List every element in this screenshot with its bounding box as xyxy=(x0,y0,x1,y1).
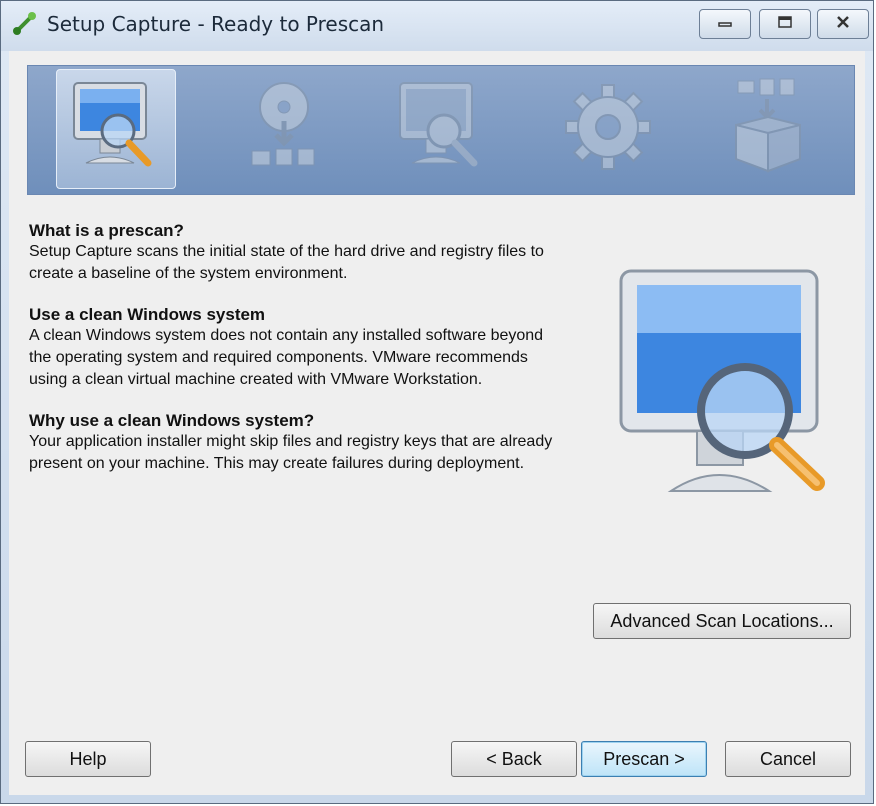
window-title: Setup Capture - Ready to Prescan xyxy=(47,12,385,36)
section-body-why-clean-system: Your application installer might skip fi… xyxy=(29,433,553,472)
wizard-step-install xyxy=(224,69,344,189)
prescan-description: What is a prescan? Setup Capture scans t… xyxy=(29,221,569,495)
monitor-magnifier-icon xyxy=(66,77,166,182)
monitor-scan-icon xyxy=(392,77,492,182)
wizard-step-prescan xyxy=(56,69,176,189)
section-heading-what-is-prescan: What is a prescan? xyxy=(29,221,184,240)
advanced-scan-locations-button[interactable]: Advanced Scan Locations... xyxy=(593,603,851,639)
package-box-icon xyxy=(718,77,818,182)
close-icon xyxy=(835,15,851,34)
wizard-step-configure xyxy=(548,69,668,189)
title-bar[interactable]: Setup Capture - Ready to Prescan xyxy=(1,1,873,51)
gear-icon xyxy=(558,77,658,182)
back-button[interactable]: < Back xyxy=(451,741,577,777)
prescan-button[interactable]: Prescan > xyxy=(581,741,707,777)
prescan-illustration xyxy=(611,269,831,509)
minimize-button[interactable] xyxy=(699,9,751,39)
section-body-clean-system: A clean Windows system does not contain … xyxy=(29,327,544,388)
section-heading-why-clean-system: Why use a clean Windows system? xyxy=(29,411,315,430)
close-button[interactable] xyxy=(817,9,869,39)
disc-install-icon xyxy=(234,77,334,182)
maximize-button[interactable] xyxy=(759,9,811,39)
section-heading-clean-system: Use a clean Windows system xyxy=(29,305,266,324)
setup-capture-window: Setup Capture - Ready to Prescan What is… xyxy=(0,0,874,804)
wizard-step-build xyxy=(708,69,828,189)
help-button[interactable]: Help xyxy=(25,741,151,777)
maximize-icon xyxy=(776,15,794,34)
setup-capture-app-icon xyxy=(11,11,37,37)
wizard-client-area: What is a prescan? Setup Capture scans t… xyxy=(9,51,865,795)
cancel-button[interactable]: Cancel xyxy=(725,741,851,777)
section-body-what-is-prescan: Setup Capture scans the initial state of… xyxy=(29,243,544,282)
wizard-steps-banner xyxy=(27,65,855,195)
wizard-step-postscan xyxy=(382,69,502,189)
minimize-icon xyxy=(716,15,734,33)
monitor-magnifier-large-icon xyxy=(611,269,831,513)
